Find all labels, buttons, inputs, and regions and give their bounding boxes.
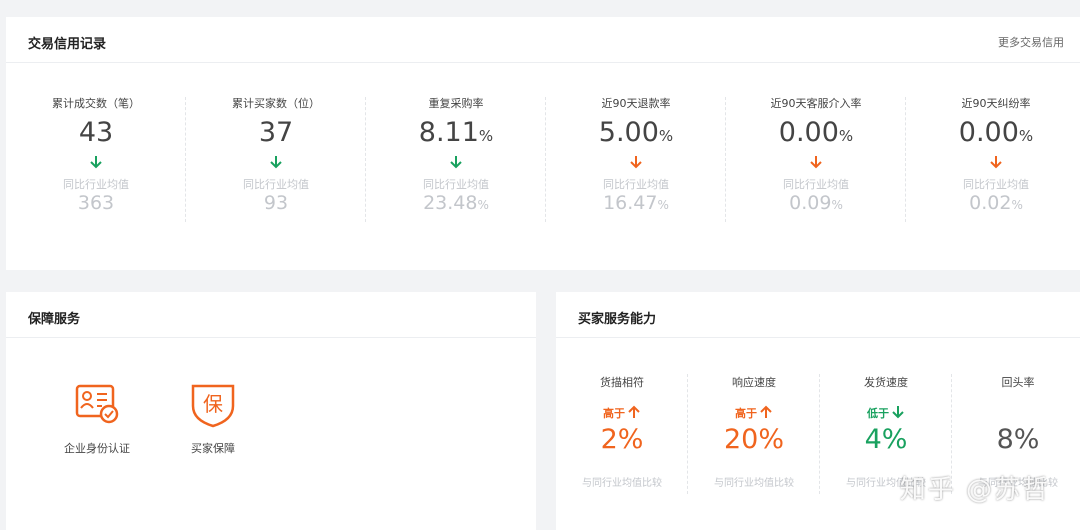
credit-card-title: 交易信用记录: [28, 37, 107, 52]
credit-stat: 近90天退款率 5.00% 同比行业均值 16.47%: [546, 97, 726, 222]
ability-value: 2%: [600, 424, 644, 455]
industry-value: 0.02%: [969, 192, 1023, 214]
industry-value: 23.48%: [423, 192, 489, 214]
credit-stat: 近90天客服介入率 0.00% 同比行业均值 0.09%: [726, 97, 906, 222]
ability-value: 20%: [723, 424, 784, 455]
credit-stat: 近90天纠纷率 0.00% 同比行业均值 0.02%: [906, 97, 1080, 222]
shield-bao-icon: 保: [189, 380, 237, 428]
industry-value: 363: [77, 192, 115, 214]
divider: [556, 337, 1080, 338]
industry-compare-label: 同比行业均值: [603, 178, 669, 191]
arrow-down-icon: [366, 154, 546, 170]
industry-compare-label: 同比行业均值: [423, 178, 489, 191]
ability-note: 与同行业均值比较: [714, 478, 794, 489]
credit-stat: 重复采购率 8.11% 同比行业均值 23.48%: [366, 97, 546, 222]
stat-value: 37: [258, 117, 294, 148]
ability-card-title: 买家服务能力: [578, 312, 657, 327]
ability-label: 货描相符: [600, 376, 644, 389]
stat-label: 近90天纠纷率: [961, 97, 1031, 110]
stat-label: 重复采购率: [428, 97, 484, 110]
arrow-down-icon: [906, 154, 1080, 170]
arrow-up-icon: [627, 404, 641, 423]
industry-value: 0.09%: [789, 192, 843, 214]
stat-label: 累计买家数（位）: [232, 97, 320, 110]
ability-label: 响应速度: [732, 376, 776, 389]
stat-value: 5.00%: [598, 117, 674, 148]
arrow-down-icon: [546, 154, 726, 170]
ability-label: 回头率: [1001, 376, 1035, 389]
stat-label: 近90天退款率: [601, 97, 671, 110]
industry-compare-label: 同比行业均值: [243, 178, 309, 191]
industry-value: 16.47%: [603, 192, 669, 214]
credit-stat: 累计买家数（位） 37 同比行业均值 93: [186, 97, 366, 222]
stat-value: 0.00%: [958, 117, 1034, 148]
arrow-up-icon: [759, 404, 773, 423]
stat-label: 累计成交数（笔）: [52, 97, 140, 110]
buyer-protection-item[interactable]: 保 买家保障: [168, 380, 258, 456]
id-card-check-icon: [73, 380, 121, 428]
guarantee-service-card: 保障服务 企业身份认证 保 买家保障: [6, 292, 536, 530]
arrow-down-icon: [186, 154, 366, 170]
stat-value: 0.00%: [778, 117, 854, 148]
ability-note: 与同行业均值比较: [582, 478, 662, 489]
industry-compare-label: 同比行业均值: [783, 178, 849, 191]
industry-value: 93: [263, 192, 289, 214]
enterprise-verification-label: 企业身份认证: [64, 442, 130, 455]
ability-value: 4%: [864, 424, 908, 455]
watermark: 知乎 @苏哲: [899, 475, 1050, 505]
ability-metric: 货描相符 高于 2% 与同行业均值比较: [556, 374, 688, 494]
ability-direction: [952, 404, 1080, 420]
divider: [6, 62, 1080, 63]
enterprise-verification-item[interactable]: 企业身份认证: [52, 380, 142, 456]
ability-metric: 响应速度 高于 20% 与同行业均值比较: [688, 374, 820, 494]
arrow-down-icon: [726, 154, 906, 170]
arrow-down-icon: [6, 154, 186, 170]
ability-direction: 高于: [688, 404, 820, 420]
industry-compare-label: 同比行业均值: [963, 178, 1029, 191]
stat-value: 8.11%: [418, 117, 494, 148]
stat-label: 近90天客服介入率: [770, 97, 862, 110]
ability-label: 发货速度: [864, 376, 908, 389]
credit-stat: 累计成交数（笔） 43 同比行业均值 363: [6, 97, 186, 222]
industry-compare-label: 同比行业均值: [63, 178, 129, 191]
stat-value: 43: [78, 117, 114, 148]
ability-value: 8%: [996, 424, 1040, 455]
transaction-credit-card: 交易信用记录 更多交易信用 累计成交数（笔） 43 同比行业均值 363 累计买…: [6, 17, 1080, 270]
arrow-down-icon: [891, 404, 905, 423]
svg-text:保: 保: [203, 392, 223, 416]
ability-direction: 高于: [556, 404, 688, 420]
ability-direction: 低于: [820, 404, 952, 420]
buyer-protection-label: 买家保障: [191, 442, 235, 455]
divider: [6, 337, 536, 338]
guarantee-card-title: 保障服务: [28, 312, 81, 327]
more-credit-link[interactable]: 更多交易信用: [998, 34, 1064, 50]
